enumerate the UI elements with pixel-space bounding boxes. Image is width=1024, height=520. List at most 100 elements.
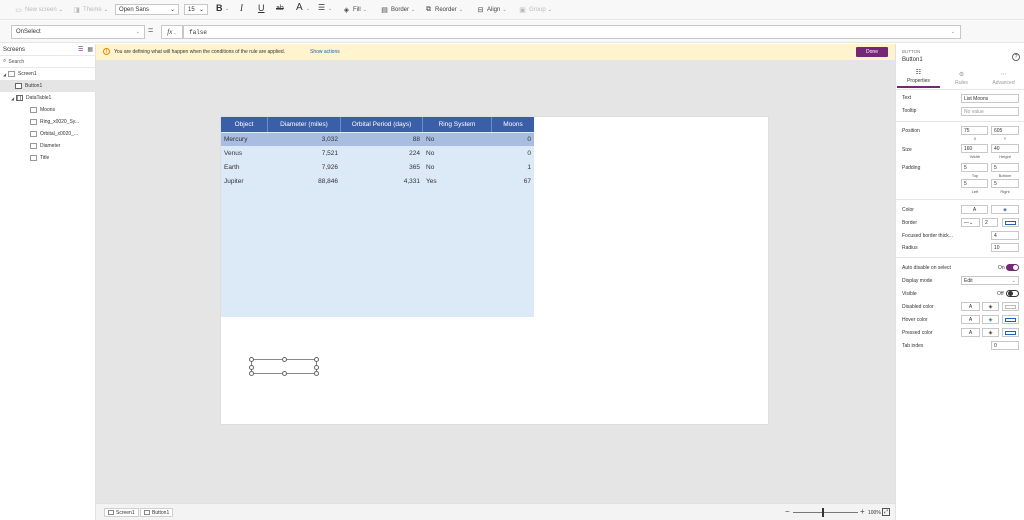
tree-item-screen1[interactable]: ◢ Screen1 bbox=[0, 68, 96, 80]
breadcrumb-control[interactable]: Button1 bbox=[140, 508, 174, 517]
formula-input[interactable]: false ⌄ bbox=[183, 25, 961, 39]
disabled-border-color[interactable] bbox=[1002, 302, 1019, 311]
data-table[interactable]: Object Diameter (miles) Orbital Period (… bbox=[221, 117, 534, 317]
text-input[interactable]: List Moons bbox=[961, 94, 1019, 103]
tree-item-orbital-period[interactable]: Orbital_x0020_... bbox=[0, 128, 96, 140]
reorder-button[interactable]: ⧉ Reorder ⌄ bbox=[424, 4, 463, 16]
column-header[interactable]: Ring System bbox=[423, 117, 492, 132]
resize-handle[interactable] bbox=[314, 357, 319, 362]
chevron-down-icon[interactable]: ⌄ bbox=[951, 29, 955, 35]
help-icon[interactable]: ? bbox=[1012, 53, 1020, 61]
zoom-slider[interactable] bbox=[793, 512, 858, 513]
pressed-text-color[interactable]: A bbox=[961, 328, 980, 337]
tree-item-diameter[interactable]: Diameter bbox=[0, 140, 96, 152]
button1-control[interactable] bbox=[249, 357, 319, 376]
border-button[interactable]: ▤ Border ⌄ bbox=[380, 4, 415, 16]
tab-rules[interactable]: ⚙ Rules bbox=[940, 70, 983, 88]
border-color-picker[interactable] bbox=[1002, 218, 1019, 227]
fit-to-window-icon[interactable]: ⤢ bbox=[882, 508, 890, 516]
tab-index-input[interactable]: 0 bbox=[991, 341, 1019, 350]
divider bbox=[896, 89, 1024, 90]
tree-item-moons[interactable]: Moons bbox=[0, 104, 96, 116]
resize-handle[interactable] bbox=[249, 371, 254, 376]
column-header[interactable]: Moons bbox=[492, 117, 534, 132]
fill-color-picker[interactable]: ◈ bbox=[991, 205, 1019, 214]
focused-border-input[interactable]: 4 bbox=[991, 231, 1019, 240]
font-color-icon[interactable]: A bbox=[296, 2, 303, 13]
tab-advanced[interactable]: ⋯ Advanced bbox=[982, 70, 1024, 88]
bold-icon[interactable]: B bbox=[216, 3, 223, 13]
resize-handle[interactable] bbox=[314, 365, 319, 370]
resize-handle[interactable] bbox=[314, 371, 319, 376]
thumbnail-view-icon[interactable]: ▦ bbox=[87, 46, 93, 53]
height-input[interactable]: 40 bbox=[991, 144, 1019, 153]
resize-handle[interactable] bbox=[249, 357, 254, 362]
strikethrough-icon[interactable]: ab bbox=[276, 5, 284, 12]
italic-icon[interactable]: I bbox=[240, 3, 243, 13]
table-row[interactable]: Mercury 3,032 88 No 0 bbox=[221, 133, 534, 146]
display-mode-select[interactable]: Edit ⌄ bbox=[961, 276, 1019, 285]
padding-bottom-input[interactable]: 5 bbox=[991, 163, 1019, 172]
equals-icon: = bbox=[148, 25, 154, 35]
show-actions-link[interactable]: Show actions bbox=[310, 49, 340, 55]
font-select[interactable]: Open Sans ⌄ bbox=[115, 4, 179, 15]
position-x-input[interactable]: 75 bbox=[961, 126, 988, 135]
zoom-in-icon[interactable]: + bbox=[860, 507, 865, 516]
tree-item-title[interactable]: Title bbox=[0, 152, 96, 164]
position-y-input[interactable]: 605 bbox=[991, 126, 1019, 135]
search-box[interactable]: ⌕ Search bbox=[0, 56, 96, 68]
pressed-fill-color[interactable]: ◈ bbox=[982, 328, 999, 337]
border-width-input[interactable]: 2 bbox=[982, 218, 998, 227]
table-row[interactable]: Earth 7,926 365 No 1 bbox=[221, 161, 534, 174]
padding-left-input[interactable]: 5 bbox=[961, 179, 988, 188]
breadcrumb-screen[interactable]: Screen1 bbox=[104, 508, 139, 517]
border-style-select[interactable]: —⌄ bbox=[961, 218, 980, 227]
table-row[interactable]: Jupiter 88,846 4,331 Yes 67 bbox=[221, 175, 534, 188]
auto-disable-toggle[interactable] bbox=[1006, 264, 1019, 271]
zoom-out-icon[interactable]: − bbox=[785, 507, 790, 516]
new-screen-button[interactable]: ▭ New screen ⌄ bbox=[14, 4, 63, 16]
tooltip-input[interactable]: No value bbox=[961, 107, 1019, 116]
underline-icon[interactable]: U bbox=[258, 3, 265, 13]
text-align-icon[interactable]: ☰ bbox=[318, 3, 325, 12]
list-view-icon[interactable]: ☰ bbox=[78, 46, 83, 53]
width-input[interactable]: 160 bbox=[961, 144, 988, 153]
column-header[interactable]: Diameter (miles) bbox=[268, 117, 341, 132]
chevron-down-icon[interactable]: ⌄ bbox=[225, 6, 229, 12]
chevron-down-icon[interactable]: ⌄ bbox=[306, 6, 310, 12]
theme-button[interactable]: ◨ Theme ⌄ bbox=[72, 4, 108, 16]
disabled-text-color[interactable]: A bbox=[961, 302, 980, 311]
visible-toggle[interactable] bbox=[1006, 290, 1019, 297]
font-size-select[interactable]: 15 ⌄ bbox=[184, 4, 208, 15]
zoom-slider-thumb[interactable] bbox=[822, 508, 825, 517]
tab-properties[interactable]: ☷ Properties bbox=[897, 70, 940, 88]
breadcrumb-label: Button1 bbox=[152, 509, 170, 516]
fx-button[interactable]: fx ⌄ bbox=[161, 25, 183, 39]
property-select[interactable]: OnSelect ⌄ bbox=[11, 25, 145, 39]
group-button[interactable]: ▣ Group ⌄ bbox=[518, 4, 552, 16]
tree-item-datatable1[interactable]: ◢ DataTable1 bbox=[0, 92, 96, 104]
padding-right-input[interactable]: 5 bbox=[991, 179, 1019, 188]
resize-handle[interactable] bbox=[282, 371, 287, 376]
align-button[interactable]: ⊟ Align ⌄ bbox=[476, 4, 507, 16]
tree-item-ring-system[interactable]: Ring_x0020_Sy... bbox=[0, 116, 96, 128]
table-row[interactable]: Venus 7,521 224 No 0 bbox=[221, 147, 534, 160]
chevron-down-icon: ⌄ bbox=[135, 29, 140, 35]
disabled-color-label: Disabled color bbox=[902, 304, 934, 310]
padding-top-input[interactable]: 5 bbox=[961, 163, 988, 172]
chevron-down-icon[interactable]: ⌄ bbox=[328, 6, 332, 12]
fill-button[interactable]: ◈ Fill ⌄ bbox=[342, 4, 367, 16]
resize-handle[interactable] bbox=[282, 357, 287, 362]
done-button[interactable]: Done bbox=[856, 47, 888, 57]
pressed-border-color[interactable] bbox=[1002, 328, 1019, 337]
hover-fill-color[interactable]: ◈ bbox=[982, 315, 999, 324]
column-header[interactable]: Object bbox=[221, 117, 268, 132]
text-color-picker[interactable]: A bbox=[961, 205, 988, 214]
disabled-fill-color[interactable]: ◈ bbox=[982, 302, 999, 311]
resize-handle[interactable] bbox=[249, 365, 254, 370]
tree-item-button1[interactable]: Button1 bbox=[0, 80, 96, 92]
radius-input[interactable]: 10 bbox=[991, 243, 1019, 252]
hover-border-color[interactable] bbox=[1002, 315, 1019, 324]
hover-text-color[interactable]: A bbox=[961, 315, 980, 324]
column-header[interactable]: Orbital Period (days) bbox=[341, 117, 423, 132]
